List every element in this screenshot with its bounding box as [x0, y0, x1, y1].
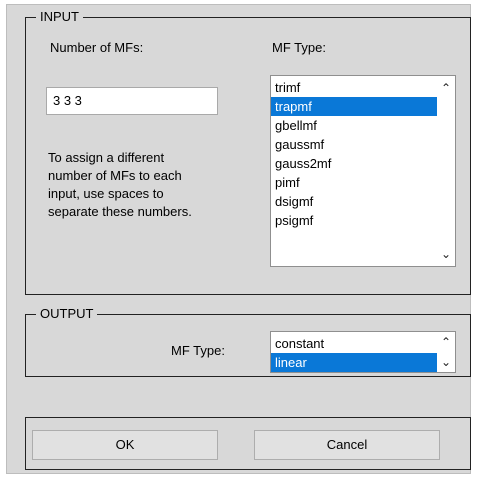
output-group-title: OUTPUT	[36, 306, 98, 322]
hint-line: separate these numbers.	[48, 204, 192, 219]
output-mf-type-list[interactable]: constant linear ⌃ ⌄	[270, 331, 456, 373]
num-mfs-label: Number of MFs:	[50, 40, 144, 55]
output-group: OUTPUT MF Type: constant linear ⌃ ⌄	[25, 306, 471, 377]
hint-line: To assign a different	[48, 150, 165, 165]
input-list-scrollbar[interactable]: ⌃ ⌄	[437, 76, 455, 266]
dialog-window: INPUT Number of MFs: 3 3 3 To assign a d…	[6, 4, 471, 474]
output-mf-type-label: MF Type:	[171, 343, 225, 358]
list-item[interactable]: pimf	[271, 173, 437, 192]
list-item[interactable]: constant	[271, 334, 437, 353]
cancel-button[interactable]: Cancel	[254, 430, 440, 460]
list-item[interactable]: gaussmf	[271, 135, 437, 154]
list-item[interactable]: gauss2mf	[271, 154, 437, 173]
list-item[interactable]: trimf	[271, 78, 437, 97]
hint-line: number of MFs to each	[48, 168, 182, 183]
chevron-up-icon[interactable]: ⌃	[437, 80, 455, 96]
list-item[interactable]: trapmf	[271, 97, 437, 116]
ok-button[interactable]: OK	[32, 430, 218, 460]
output-list-scrollbar[interactable]: ⌃ ⌄	[437, 332, 455, 372]
list-item[interactable]: psigmf	[271, 211, 437, 230]
hint-line: input, use spaces to	[48, 186, 164, 201]
input-mf-type-label: MF Type:	[272, 40, 326, 55]
num-mfs-value: 3 3 3	[53, 93, 82, 108]
input-mf-type-list[interactable]: trimf trapmf gbellmf gaussmf gauss2mf pimf dsi…	[270, 75, 456, 267]
output-mf-type-items: constant linear	[271, 332, 437, 372]
list-item[interactable]: dsigmf	[271, 192, 437, 211]
input-mf-type-items: trimf trapmf gbellmf gaussmf gauss2mf pimf dsi…	[271, 76, 437, 230]
list-item[interactable]: linear	[271, 353, 437, 372]
button-group: OK Cancel	[25, 417, 471, 470]
num-mfs-input[interactable]: 3 3 3	[46, 87, 218, 115]
input-group-title: INPUT	[36, 9, 83, 25]
list-item[interactable]: gbellmf	[271, 116, 437, 135]
chevron-up-icon[interactable]: ⌃	[437, 334, 455, 350]
input-group: INPUT Number of MFs: 3 3 3 To assign a d…	[25, 9, 471, 295]
chevron-down-icon[interactable]: ⌄	[437, 354, 455, 370]
chevron-down-icon[interactable]: ⌄	[437, 246, 455, 262]
